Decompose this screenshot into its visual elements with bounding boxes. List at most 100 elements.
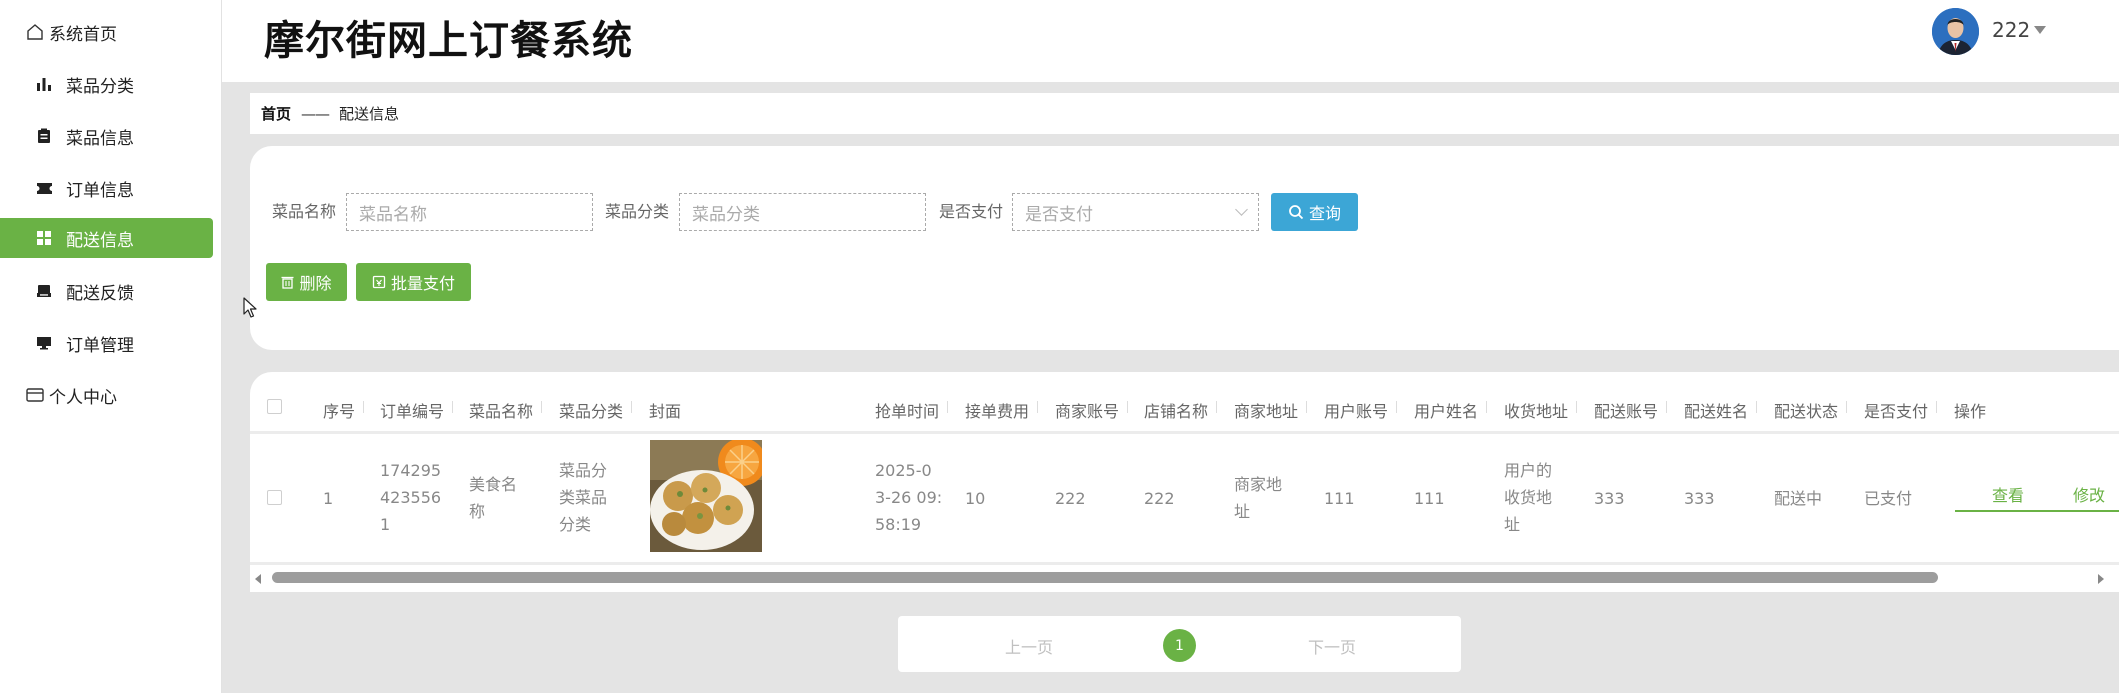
sidebar-item-personal-center[interactable]: 个人中心 bbox=[0, 375, 213, 415]
cell-courier-account: 333 bbox=[1594, 489, 1625, 508]
page-number[interactable]: 1 bbox=[1163, 629, 1196, 662]
clipboard-icon bbox=[34, 126, 54, 146]
cell-line: 类菜品 bbox=[559, 488, 608, 507]
prev-page-button[interactable]: 上一页 bbox=[1005, 634, 1053, 658]
header-user-account: 用户账号 bbox=[1324, 398, 1398, 422]
caret-down-icon[interactable] bbox=[2034, 26, 2046, 34]
cell-line: 用户的 bbox=[1504, 461, 1553, 480]
breadcrumb-home[interactable]: 首页 bbox=[261, 103, 291, 124]
table-row: 1 174295 423556 1 美食名 称 菜品分 类菜品 分类 2025-… bbox=[250, 437, 2119, 558]
cell-merchant-account: 222 bbox=[1055, 489, 1086, 508]
paid-select[interactable]: 是否支付 bbox=[1012, 193, 1259, 231]
sidebar-item-dish-category[interactable]: 菜品分类 bbox=[0, 64, 213, 104]
paid-label: 是否支付 bbox=[939, 202, 1004, 221]
header-courier-account: 配送账号 bbox=[1594, 398, 1668, 422]
scroll-thumb[interactable] bbox=[272, 572, 1938, 583]
app-title: 摩尔街网上订餐系统 bbox=[264, 18, 633, 64]
edit-button[interactable]: 修改 bbox=[2036, 482, 2119, 512]
cell-line: 58:19 bbox=[875, 515, 922, 534]
cell-grab-time: 2025-0 3-26 09: 58:19 bbox=[875, 457, 942, 538]
query-button[interactable]: 查询 bbox=[1271, 193, 1358, 231]
search-icon bbox=[1288, 204, 1304, 220]
cell-line: 174295 bbox=[380, 461, 442, 480]
cover-image[interactable] bbox=[650, 440, 762, 552]
sidebar-item-label: 菜品分类 bbox=[66, 76, 134, 97]
delete-button[interactable]: 删除 bbox=[266, 263, 347, 301]
header-merchant-account: 商家账号 bbox=[1055, 398, 1129, 422]
cell-courier-name: 333 bbox=[1684, 489, 1715, 508]
cell-line: 423556 bbox=[380, 488, 442, 507]
mouse-pointer-icon bbox=[243, 297, 257, 323]
breadcrumb-separator: —— bbox=[301, 104, 330, 123]
breadcrumb: 首页 —— 配送信息 bbox=[250, 93, 2119, 134]
breadcrumb-current: 配送信息 bbox=[339, 105, 400, 123]
monitor-icon bbox=[34, 333, 54, 353]
sidebar-item-label: 个人中心 bbox=[49, 387, 117, 408]
printer-icon bbox=[34, 281, 54, 301]
scroll-right-arrow-icon[interactable] bbox=[2098, 574, 2104, 584]
header-user-name: 用户姓名 bbox=[1414, 398, 1488, 422]
avatar[interactable] bbox=[1932, 8, 1979, 55]
header-category: 菜品分类 bbox=[559, 398, 633, 422]
scroll-left-arrow-icon[interactable] bbox=[255, 574, 261, 584]
sidebar-item-delivery-info[interactable]: 配送信息 bbox=[0, 218, 213, 258]
dish-name-input[interactable]: 菜品名称 bbox=[346, 193, 593, 231]
batch-pay-button[interactable]: 批量支付 bbox=[356, 263, 471, 301]
sidebar-item-label: 配送信息 bbox=[66, 230, 134, 251]
header-grab-time: 抢单时间 bbox=[875, 398, 949, 422]
sidebar-item-label: 订单管理 bbox=[66, 335, 134, 356]
cell-delivery-status: 配送中 bbox=[1774, 489, 1823, 508]
cell-line: 收货地 bbox=[1504, 488, 1553, 507]
username[interactable]: 222 bbox=[1992, 18, 2030, 42]
header-order-no: 订单编号 bbox=[380, 398, 454, 422]
cell-line: 址 bbox=[1234, 502, 1251, 521]
pay-icon bbox=[372, 275, 386, 289]
header: 摩尔街网上订餐系统 222 bbox=[222, 0, 2119, 82]
chevron-down-icon bbox=[1235, 203, 1248, 216]
cell-line: 商家地 bbox=[1234, 475, 1283, 494]
horizontal-scrollbar[interactable] bbox=[250, 562, 2119, 592]
select-all-checkbox[interactable] bbox=[267, 399, 282, 414]
cell-merchant-address: 商家地 址 bbox=[1234, 471, 1282, 525]
cell-fee: 10 bbox=[965, 489, 986, 508]
paid-placeholder: 是否支付 bbox=[1025, 204, 1093, 225]
sidebar-item-dish-info[interactable]: 菜品信息 bbox=[0, 116, 213, 156]
dish-category-input[interactable]: 菜品分类 bbox=[679, 193, 926, 231]
dish-name-label: 菜品名称 bbox=[272, 202, 337, 221]
sidebar-item-home[interactable]: 系统首页 bbox=[0, 12, 213, 52]
sidebar-item-delivery-feedback[interactable]: 配送反馈 bbox=[0, 271, 213, 311]
header-merchant-address: 商家地址 bbox=[1234, 398, 1308, 422]
sidebar-item-label: 订单信息 bbox=[66, 180, 134, 201]
cell-category: 菜品分 类菜品 分类 bbox=[559, 457, 607, 538]
cell-line: 2025-0 bbox=[875, 461, 932, 480]
cell-line: 1 bbox=[380, 515, 391, 534]
cell-user-account: 111 bbox=[1324, 489, 1355, 508]
sidebar-item-order-info[interactable]: 订单信息 bbox=[0, 168, 213, 208]
next-page-button[interactable]: 下一页 bbox=[1308, 634, 1356, 658]
search-panel: 菜品名称 菜品名称 菜品分类 菜品分类 是否支付 是否支付 查询 删除 批量支付 bbox=[250, 146, 2119, 350]
table-header: 序号 订单编号 菜品名称 菜品分类 封面 抢单时间 接单费用 商家账号 店铺名称… bbox=[250, 372, 2119, 434]
card-icon bbox=[25, 385, 45, 405]
sidebar-item-label: 菜品信息 bbox=[66, 128, 134, 149]
cell-line: 3-26 09: bbox=[875, 488, 943, 507]
cell-line: 址 bbox=[1504, 515, 1521, 534]
cell-paid: 已支付 bbox=[1864, 489, 1913, 508]
header-cover: 封面 bbox=[649, 402, 682, 421]
ticket-icon bbox=[34, 178, 54, 198]
cell-line: 菜品分 bbox=[559, 461, 608, 480]
sidebar-item-order-management[interactable]: 订单管理 bbox=[0, 323, 213, 363]
header-dish-name: 菜品名称 bbox=[469, 398, 543, 422]
header-delivery-status: 配送状态 bbox=[1774, 398, 1848, 422]
cell-user-name: 111 bbox=[1414, 489, 1445, 508]
pagination: 上一页 1 下一页 bbox=[898, 616, 1461, 672]
header-paid: 是否支付 bbox=[1864, 398, 1938, 422]
header-fee: 接单费用 bbox=[965, 398, 1039, 422]
query-label: 查询 bbox=[1308, 204, 1341, 223]
cell-line: 分类 bbox=[559, 515, 592, 534]
grid-icon bbox=[34, 228, 54, 248]
sidebar-item-label: 配送反馈 bbox=[66, 283, 134, 304]
row-checkbox[interactable] bbox=[267, 490, 282, 505]
dish-name-placeholder: 菜品名称 bbox=[359, 204, 427, 225]
dish-category-placeholder: 菜品分类 bbox=[692, 204, 760, 225]
cell-order-no: 174295 423556 1 bbox=[380, 457, 441, 538]
